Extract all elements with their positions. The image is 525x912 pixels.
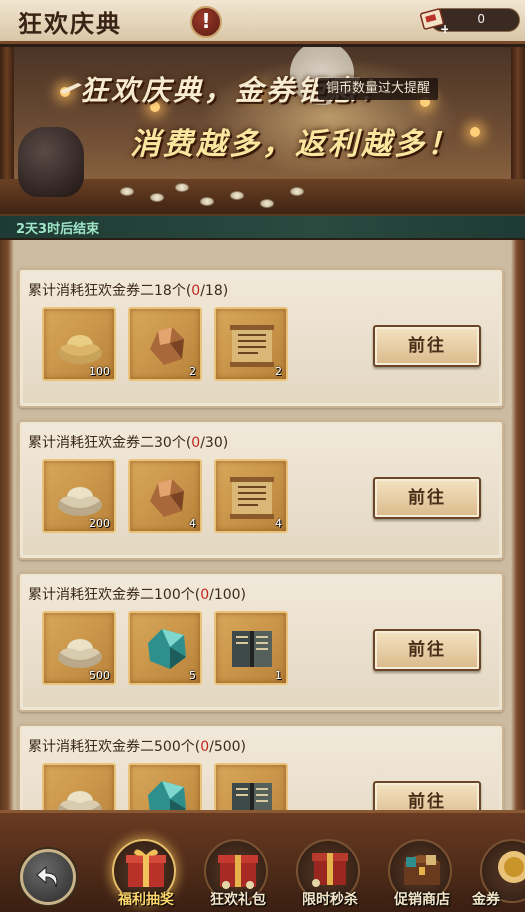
progress-current: 0 xyxy=(200,739,210,755)
progress-current: 0 xyxy=(191,283,201,299)
task-description: 累计消耗狂欢金券二100个(0/100) xyxy=(28,587,247,603)
scroll-icon xyxy=(230,325,274,367)
event-banner: 狂欢庆典，金券钜惠！ 铜币数量过大提醒 消费越多，返利越多！ xyxy=(0,47,525,217)
treasure-chest-icon xyxy=(404,855,440,885)
bottom-nav: 福利抽奖 狂欢礼包 限时秒杀 促销商店 金券 xyxy=(0,810,525,912)
nav-label: 福利抽奖 xyxy=(118,892,174,908)
reward-row: 100 2 2 xyxy=(42,307,390,383)
nav-item-carnival-pack[interactable]: 狂欢礼包 xyxy=(192,825,284,912)
countdown-text: 2天3时后结束 xyxy=(16,222,100,237)
reward-item[interactable]: 200 xyxy=(42,459,116,533)
gold-ingot-icon xyxy=(58,335,102,364)
reward-count: 500 xyxy=(89,669,110,682)
reward-count: 200 xyxy=(89,517,110,530)
progress-current: 0 xyxy=(191,435,201,451)
reward-item[interactable]: 5 xyxy=(128,611,202,685)
help-button[interactable]: ! xyxy=(190,6,222,38)
reward-item[interactable]: 2 xyxy=(128,307,202,381)
jade-gem-icon xyxy=(148,629,186,669)
reward-item[interactable]: 4 xyxy=(128,459,202,533)
reward-count: 5 xyxy=(189,669,196,682)
reward-item[interactable]: 100 xyxy=(42,307,116,381)
silver-ingot-icon xyxy=(58,487,102,516)
reward-item[interactable]: 4 xyxy=(214,459,288,533)
reward-item[interactable]: 2 xyxy=(214,307,288,381)
nav-item-gold-ticket[interactable]: 金券 xyxy=(468,825,525,912)
task-card: 累计消耗狂欢金券二30个(0/30) 200 4 4 前往 xyxy=(18,420,504,560)
reward-item[interactable] xyxy=(42,763,116,810)
task-description: 累计消耗狂欢金券二30个(0/30) xyxy=(28,435,229,451)
reward-row: 200 4 4 xyxy=(42,459,390,535)
svg-text:+: + xyxy=(440,22,448,35)
nav-label: 促销商店 xyxy=(394,892,450,908)
copper-notice: 铜币数量过大提醒 xyxy=(318,78,439,100)
gift-box-icon xyxy=(218,855,258,889)
task-card: 累计消耗狂欢金券二500个(0/500) 前往 xyxy=(18,724,504,810)
silver-ingot-icon xyxy=(58,791,102,810)
nav-item-lottery[interactable]: 福利抽奖 xyxy=(100,825,192,912)
copper-ore-icon xyxy=(150,327,184,365)
copper-ore-icon xyxy=(150,479,184,517)
silver-ingot-icon xyxy=(58,639,102,668)
book-icon xyxy=(232,631,272,667)
book-icon xyxy=(232,783,272,810)
nav-item-promo-shop[interactable]: 促销商店 xyxy=(376,825,468,912)
reward-row: 500 5 1 xyxy=(42,611,390,687)
nav-label: 限时秒杀 xyxy=(302,892,358,908)
page-title: 狂欢庆典 xyxy=(18,9,122,38)
reward-count: 2 xyxy=(189,365,196,378)
go-button[interactable]: 前往 xyxy=(373,325,481,367)
jade-gem-icon xyxy=(148,781,186,810)
scroll-icon xyxy=(230,477,274,519)
reward-row xyxy=(42,763,390,810)
task-card: 累计消耗狂欢金券二100个(0/100) 500 5 1 前往 xyxy=(18,572,504,712)
reward-item[interactable]: 500 xyxy=(42,611,116,685)
back-button[interactable] xyxy=(20,849,76,905)
ticket-icon[interactable]: + xyxy=(418,5,448,35)
task-card: 累计消耗狂欢金券二18个(0/18) 100 2 2 前往 xyxy=(18,268,504,408)
wine-jar-decoration xyxy=(18,127,84,197)
reward-item[interactable]: 1 xyxy=(214,611,288,685)
reward-count: 100 xyxy=(89,365,110,378)
banner-slogan-2: 消费越多，返利越多！ xyxy=(130,127,460,162)
gift-box-icon xyxy=(312,853,348,887)
nav-label: 金券 xyxy=(472,892,500,908)
progress-current: 0 xyxy=(200,587,210,603)
reward-count: 4 xyxy=(275,517,282,530)
gold-ticket-icon xyxy=(498,851,525,883)
top-bar: 狂欢庆典 ! 0 + xyxy=(0,0,525,44)
go-button[interactable]: 前往 xyxy=(373,477,481,519)
reward-count: 4 xyxy=(189,517,196,530)
nav-item-flash-sale[interactable]: 限时秒杀 xyxy=(284,825,376,912)
reward-count: 1 xyxy=(275,669,282,682)
task-description: 累计消耗狂欢金券二18个(0/18) xyxy=(28,283,229,299)
reward-item[interactable] xyxy=(214,763,288,810)
reward-item[interactable] xyxy=(128,763,202,810)
task-description: 累计消耗狂欢金券二500个(0/500) xyxy=(28,739,247,755)
task-list[interactable]: 累计消耗狂欢金券二18个(0/18) 100 2 2 前往 累计消耗狂欢金券二3… xyxy=(0,240,525,810)
currency-value: 0 xyxy=(477,12,485,26)
reward-count: 2 xyxy=(275,365,282,378)
go-button[interactable]: 前往 xyxy=(373,629,481,671)
go-button[interactable]: 前往 xyxy=(373,781,481,810)
nav-label: 狂欢礼包 xyxy=(210,892,266,908)
countdown-bar: 2天3时后结束 xyxy=(0,214,525,238)
back-arrow-icon xyxy=(36,865,58,888)
gift-box-icon xyxy=(126,849,166,887)
